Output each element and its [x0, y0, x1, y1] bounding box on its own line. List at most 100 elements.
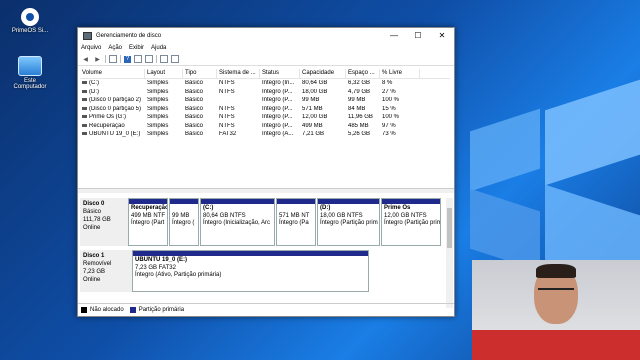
- webcam-overlay: [472, 260, 640, 360]
- table-cell: Básico: [185, 88, 204, 95]
- table-cell: Íntegro (A...: [262, 131, 294, 138]
- refresh-icon[interactable]: [145, 55, 153, 63]
- column-header[interactable]: Status: [260, 69, 300, 78]
- forward-icon[interactable]: ▶: [93, 55, 102, 63]
- volume-name-cell: (Disco 0 partição 2): [80, 97, 145, 103]
- table-cell: 7,21 GB: [302, 131, 325, 138]
- table-cell: NTFS: [219, 105, 235, 112]
- table-cell: Básico: [185, 80, 204, 87]
- person-shirt: [472, 330, 640, 360]
- table-cell: 99 MB: [302, 97, 320, 104]
- desktop-icon-computer[interactable]: Este Computador: [8, 56, 52, 90]
- table-cell: 11,96 GB: [348, 114, 373, 121]
- partition-size: 12,00 GB NTFS: [384, 212, 427, 219]
- volume-name: (Disco 0 partição 2): [89, 97, 142, 104]
- disk-type: Removível: [83, 261, 112, 267]
- disk-icon[interactable]: [171, 55, 179, 63]
- table-cell: Simples: [147, 97, 169, 104]
- table-row[interactable]: (Disco 0 partição 5) Simples Básico NTFS Ínt…: [80, 105, 450, 114]
- column-header[interactable]: Volume: [80, 69, 145, 78]
- pane-splitter[interactable]: [78, 188, 454, 193]
- menu-acao[interactable]: Ação: [108, 45, 122, 51]
- disk-name: Disco 1: [83, 253, 105, 259]
- column-header[interactable]: Sistema de ...: [217, 69, 260, 78]
- partition-status: Íntegro (Inicialização, Arc: [203, 220, 271, 226]
- drive-icon: [82, 98, 87, 102]
- back-icon[interactable]: ◀: [81, 55, 90, 63]
- table-row[interactable]: (C:) Simples Básico NTFS Íntegro (In... 80,64…: [80, 79, 450, 88]
- menu-ajuda[interactable]: Ajuda: [151, 45, 166, 51]
- table-cell: NTFS: [219, 114, 235, 121]
- volume-name-cell: Prime Os (G:): [80, 114, 145, 120]
- legend-label: Não alocado: [90, 306, 124, 313]
- column-header[interactable]: Layout: [145, 69, 183, 78]
- minimize-button[interactable]: —: [382, 28, 406, 43]
- disk-management-icon: [83, 31, 92, 40]
- partition-block[interactable]: 99 MB Íntegro (: [169, 198, 199, 246]
- partition-text: (C:) 80,64 GB NTFS Íntegro (Inicialização,…: [201, 204, 274, 229]
- column-header[interactable]: Tipo: [183, 69, 217, 78]
- table-cell: 97 %: [382, 122, 396, 129]
- table-cell: Simples: [147, 122, 169, 129]
- volume-name-cell: (Disco 0 partição 5): [80, 106, 145, 112]
- partition-block[interactable]: 571 MB NT Íntegro (Pa: [276, 198, 316, 246]
- volume-name-cell: (D:): [80, 89, 145, 95]
- help-icon[interactable]: ?: [124, 55, 131, 63]
- scrollbar-thumb[interactable]: [447, 208, 452, 248]
- volume-name: Recuperação: [89, 122, 125, 129]
- properties-icon[interactable]: [134, 55, 142, 63]
- table-cell: 27 %: [382, 88, 396, 95]
- table-cell: 73 %: [382, 131, 396, 138]
- desktop-icon-primeos[interactable]: PrimeOS Si...: [8, 8, 52, 34]
- partition-block[interactable]: UBUNTU 19_0 (E:) 7,23 GB FAT32 Íntegro (At…: [132, 250, 369, 292]
- partition-block[interactable]: (D:) 18,00 GB NTFS Íntegro (Partição prim: [317, 198, 380, 246]
- maximize-button[interactable]: ☐: [406, 28, 430, 43]
- partition-name: UBUNTU 19_0 (E:): [135, 257, 188, 263]
- drive-icon: [82, 115, 87, 119]
- list-view-icon[interactable]: [109, 55, 117, 63]
- vertical-scrollbar[interactable]: [446, 198, 453, 308]
- table-cell: Íntegro (P...: [262, 114, 293, 121]
- column-header[interactable]: Capacidade: [300, 69, 346, 78]
- legend-swatch-unallocated: [81, 306, 87, 313]
- partition-text: 571 MB NT Íntegro (Pa: [277, 204, 315, 229]
- table-cell: NTFS: [219, 80, 235, 87]
- disk-name: Disco 0: [83, 201, 105, 207]
- partition-list: UBUNTU 19_0 (E:) 7,23 GB FAT32 Íntegro (At…: [132, 250, 442, 292]
- partition-text: Prime Os 12,00 GB NTFS Íntegro (Partição p…: [382, 204, 440, 229]
- column-header[interactable]: % Livre: [380, 69, 420, 78]
- primeos-icon: [21, 8, 39, 26]
- disk-label[interactable]: Disco 1 Removível 7,23 GB Online: [80, 250, 132, 292]
- partition-block[interactable]: (C:) 80,64 GB NTFS Íntegro (Inicialização,…: [200, 198, 275, 246]
- volume-name: (C:): [89, 80, 99, 87]
- partition-status: Íntegro (Part: [131, 220, 165, 226]
- partition-name: (D:): [320, 205, 331, 211]
- partition-block[interactable]: Recuperação 499 MB NTF Íntegro (Part: [128, 198, 168, 246]
- new-icon[interactable]: [160, 55, 168, 63]
- table-cell: 15 %: [382, 105, 396, 112]
- partition-block[interactable]: Prime Os 12,00 GB NTFS Íntegro (Partição p…: [381, 198, 441, 246]
- table-cell: 99 MB: [348, 97, 366, 104]
- table-row[interactable]: (Disco 0 partição 2) Simples Básico Íntegro…: [80, 96, 450, 105]
- volume-name-cell: (C:): [80, 80, 145, 86]
- disk-label[interactable]: Disco 0 Básico 111,78 GB Online: [80, 198, 128, 246]
- disk-size: 111,78 GB: [83, 217, 111, 223]
- desktop-icon-label: PrimeOS Si...: [11, 28, 49, 34]
- table-cell: Básico: [185, 131, 204, 138]
- table-cell: 18,00 GB: [302, 88, 328, 95]
- table-row[interactable]: Recuperação Simples Básico NTFS Íntegro (P..…: [80, 122, 450, 131]
- partition-text: 99 MB Íntegro (: [170, 204, 198, 229]
- table-row[interactable]: (D:) Simples Básico NTFS Íntegro (P... 18,00 …: [80, 88, 450, 97]
- table-cell: Simples: [147, 105, 169, 112]
- table-cell: Simples: [147, 88, 169, 95]
- table-row[interactable]: Prime Os (G:) Simples Básico NTFS Íntegro (P…: [80, 113, 450, 122]
- menu-arquivo[interactable]: Arquivo: [81, 45, 101, 51]
- legend: Não alocado Partição primária: [78, 303, 454, 315]
- table-cell: NTFS: [219, 88, 235, 95]
- table-row[interactable]: UBUNTU 19_0 (E:) Simples Básico FAT32 Íntegr…: [80, 130, 450, 139]
- partition-status: Íntegro (Pa: [279, 220, 309, 226]
- menu-exibir[interactable]: Exibir: [129, 45, 144, 51]
- close-button[interactable]: ✕: [430, 28, 454, 43]
- column-header[interactable]: Espaço ...: [346, 69, 380, 78]
- toolbar-separator: [120, 55, 121, 63]
